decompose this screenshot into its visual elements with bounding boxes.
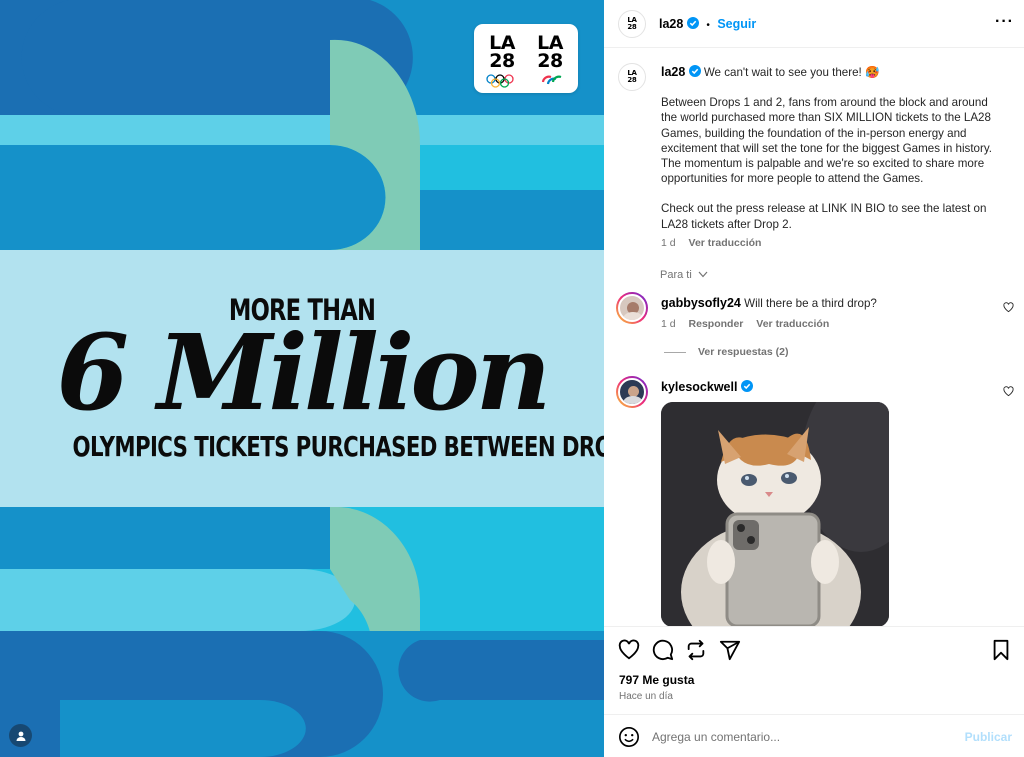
view-replies-label: Ver respuestas (2)	[698, 346, 789, 358]
view-replies-button[interactable]: Ver respuestas (2)	[664, 346, 788, 358]
comment-like-heart-icon[interactable]	[1003, 302, 1014, 313]
verified-badge-icon	[686, 17, 699, 29]
headline-bottom: OLYMPICS TICKETS PURCHASED BETWEEN DROP …	[72, 430, 604, 463]
comment-icon[interactable]	[652, 639, 674, 661]
post-time: Hace un día	[619, 691, 673, 702]
user-icon	[16, 731, 25, 741]
comment-meta: 1 d Responder Ver traducción	[661, 318, 829, 330]
separator-dot: •	[706, 20, 710, 31]
caption-avatar[interactable]: LA 28	[618, 63, 646, 91]
comment-avatar[interactable]	[616, 376, 648, 408]
replies-line	[664, 351, 686, 353]
emoji-icon[interactable]	[618, 726, 640, 748]
crying-cat-image	[661, 402, 889, 626]
la28-logo: LA 28 LA 28	[474, 24, 578, 93]
header-user: la28 • Seguir	[659, 17, 756, 31]
comment-input[interactable]	[652, 727, 952, 747]
verified-badge-icon	[688, 65, 701, 77]
olympic-rings-icon	[486, 74, 562, 88]
caption-first-line: We can't wait to see you there! 🥵	[703, 66, 880, 79]
comment-avatar[interactable]	[616, 292, 648, 324]
publish-button[interactable]: Publicar	[965, 730, 1012, 744]
sort-dropdown[interactable]: Para ti	[660, 269, 708, 281]
comment-username[interactable]: gabbysofly24	[661, 296, 741, 310]
tagged-accounts-button[interactable]	[9, 724, 32, 747]
caption-meta: 1 d Ver traducción	[661, 236, 1006, 251]
comment-body: Will there be a third drop?	[744, 297, 877, 310]
share-icon[interactable]	[719, 639, 741, 661]
comment-username[interactable]: kylesockwell	[661, 380, 737, 394]
likes-count[interactable]: 797 Me gusta	[619, 673, 694, 687]
comment-age: 1 d	[661, 318, 676, 330]
caption-paragraph-2: Check out the press release at LINK IN B…	[661, 202, 987, 231]
post-media[interactable]: LA 28 LA 28 MORE THAN 6 Million OLYMPICS T…	[0, 0, 604, 757]
comment-composer: Publicar	[604, 714, 1024, 757]
caption-translate-link[interactable]: Ver traducción	[689, 237, 762, 249]
post-header: LA 28 la28 • Seguir ···	[604, 0, 1024, 48]
follow-button[interactable]: Seguir	[717, 17, 756, 31]
comment-translate-link[interactable]: Ver traducción	[756, 318, 829, 330]
sort-label: Para ti	[660, 269, 692, 281]
caption: la28 We can't wait to see you there! 🥵 B…	[661, 65, 1006, 251]
repost-icon[interactable]	[685, 639, 707, 661]
heart-icon[interactable]	[618, 639, 640, 661]
more-horizontal-icon[interactable]: ···	[995, 14, 1014, 30]
action-bar: 797 Me gusta Hace un día	[604, 626, 1024, 714]
comment-like-heart-icon[interactable]	[1003, 386, 1014, 397]
caption-username[interactable]: la28	[661, 65, 685, 79]
avatar[interactable]: LA 28	[618, 10, 646, 38]
caption-paragraph-1: Between Drops 1 and 2, fans from around …	[661, 96, 993, 186]
chevron-down-icon	[698, 271, 708, 278]
comment-kylesockwell: kylesockwell	[661, 380, 753, 395]
headline-big: 6 Million	[56, 311, 552, 434]
comment-gabbysofly24: gabbysofly24 Will there be a third drop?	[661, 296, 877, 311]
comment-gif-crying-cat[interactable]	[661, 402, 889, 626]
caption-age: 1 d	[661, 236, 676, 249]
post-panel: LA 28 la28 • Seguir ··· LA 28 la28 We can'…	[604, 0, 1024, 757]
bookmark-icon[interactable]	[990, 639, 1012, 661]
header-username[interactable]: la28	[659, 17, 683, 31]
verified-badge-icon	[740, 380, 753, 392]
comments-scroll[interactable]: LA 28 la28 We can't wait to see you there…	[604, 49, 1024, 626]
reply-link[interactable]: Responder	[689, 318, 744, 330]
